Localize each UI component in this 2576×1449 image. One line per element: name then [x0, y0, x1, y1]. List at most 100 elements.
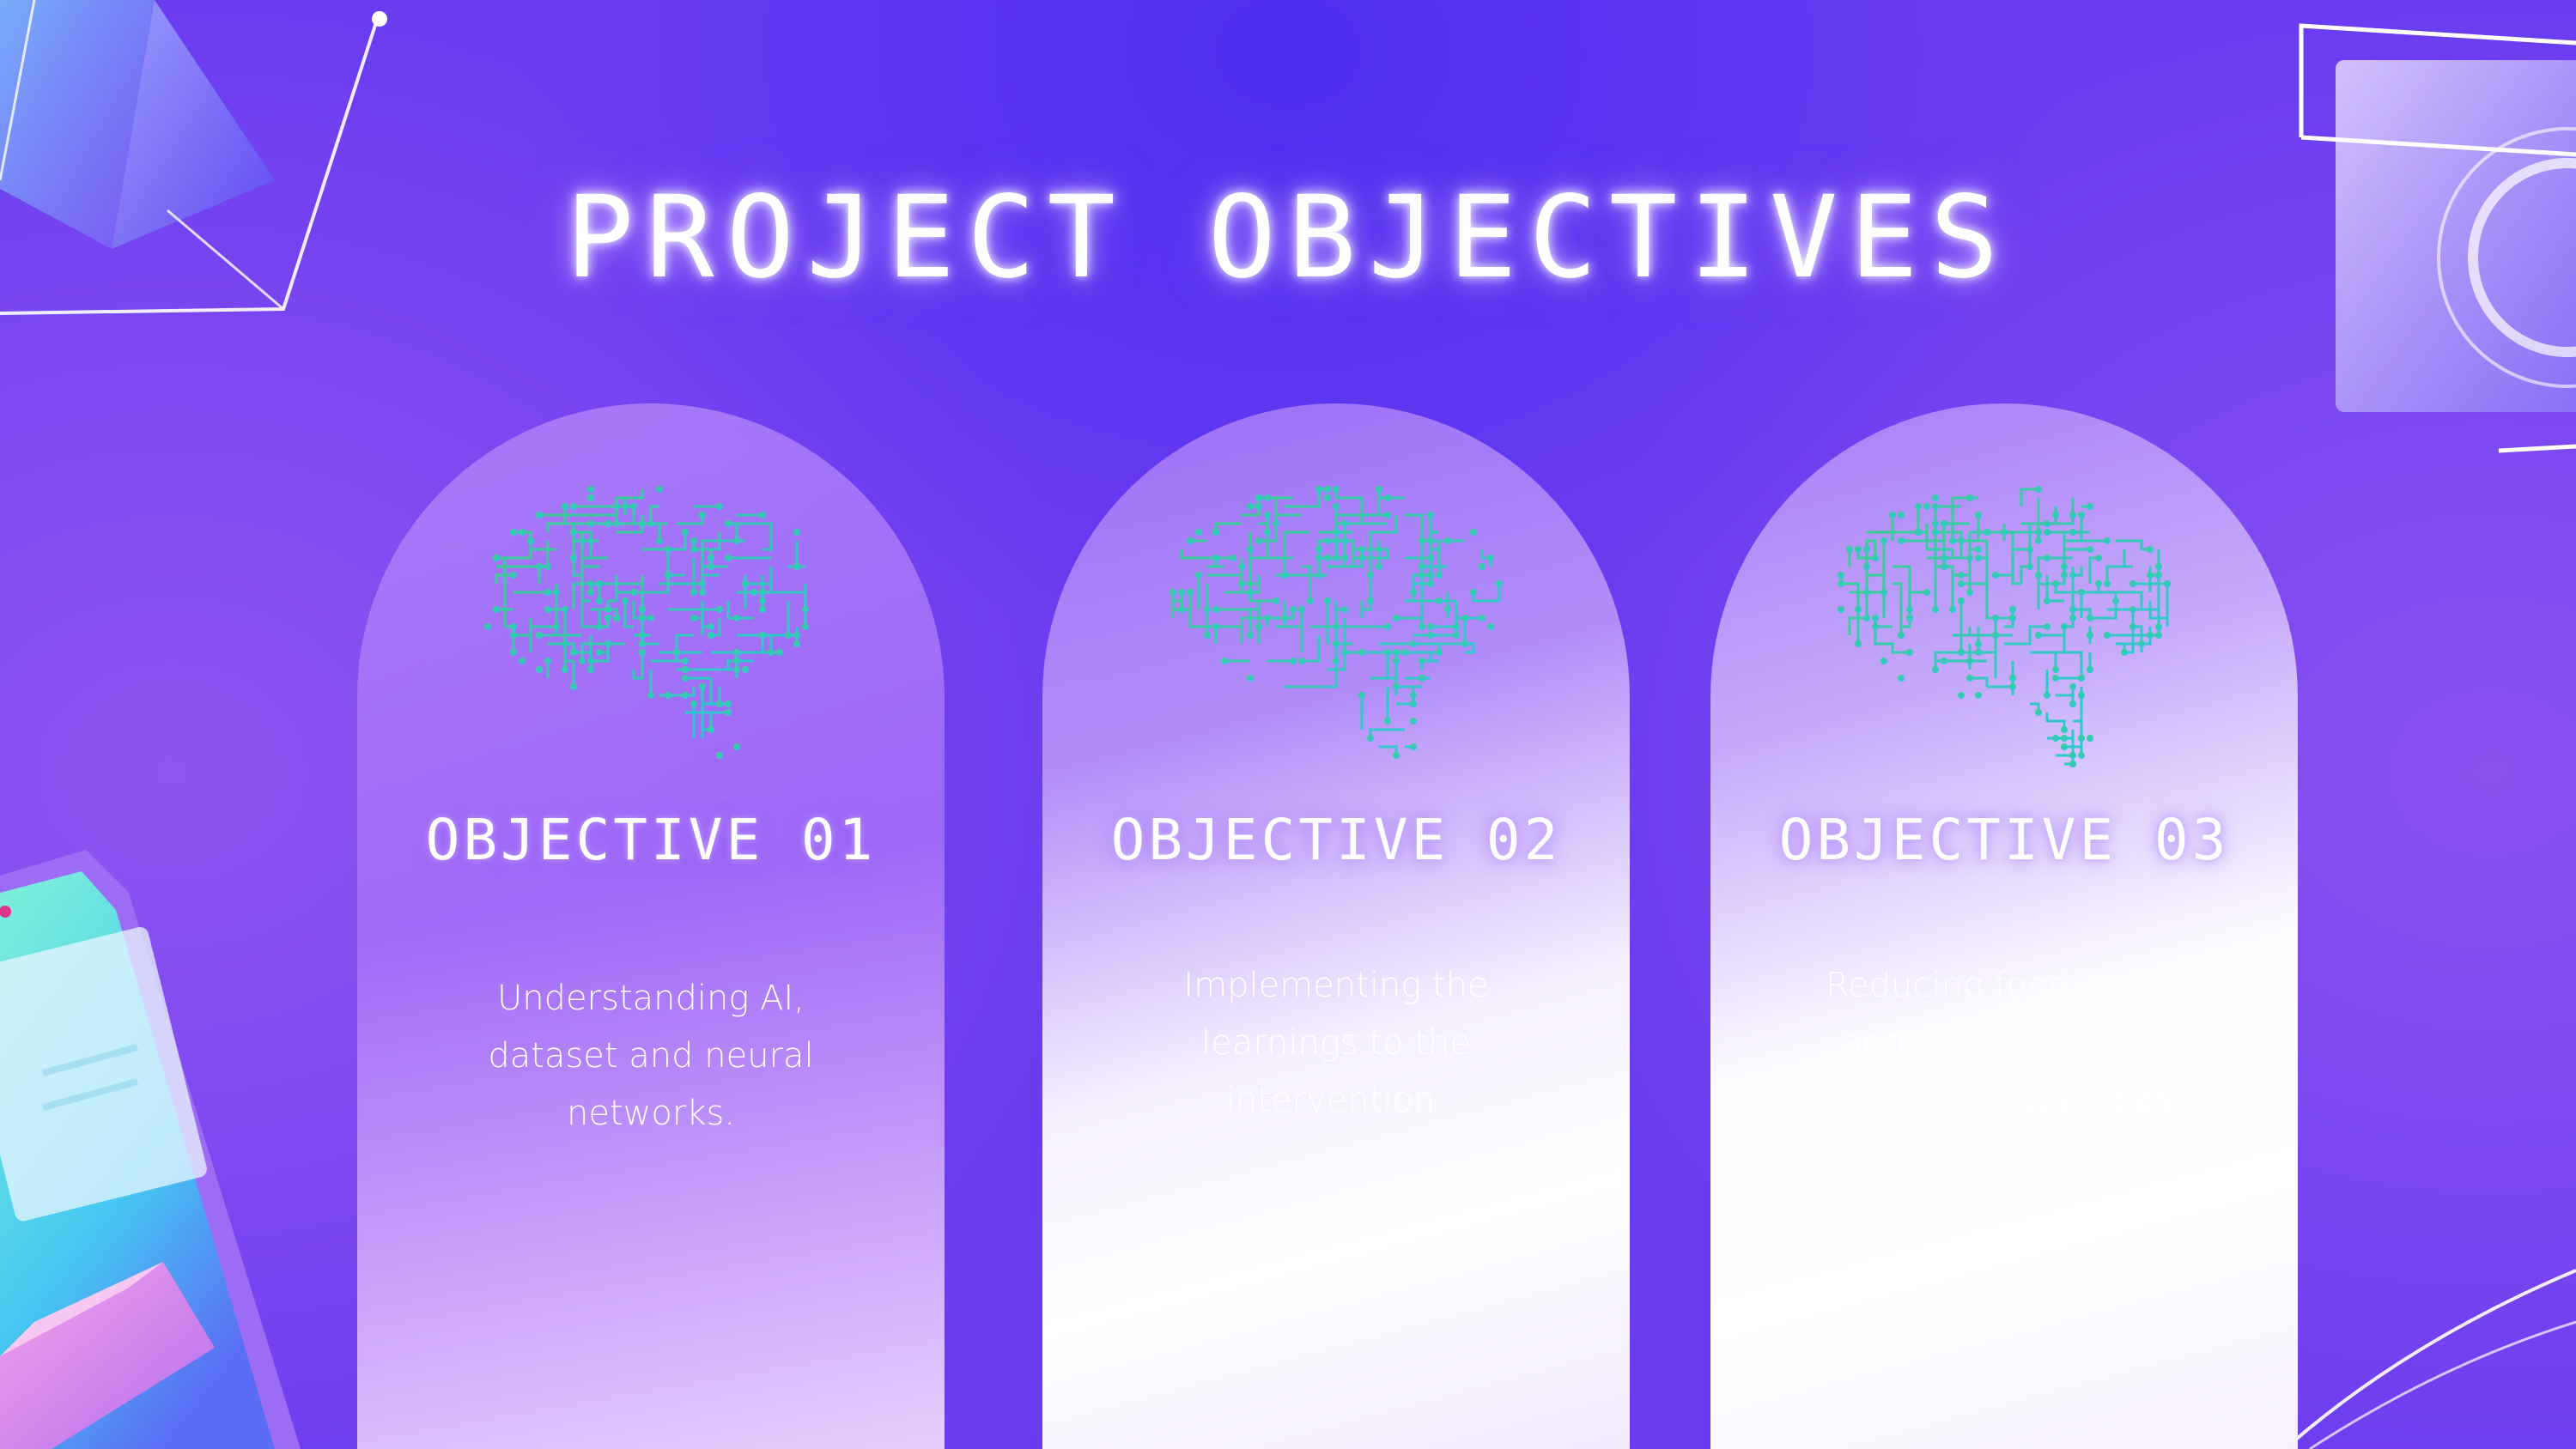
objective-title: OBJECTIVE 02 — [1110, 807, 1562, 873]
circuit-node — [2095, 580, 2102, 587]
circuit-node — [1273, 597, 1279, 604]
circuit-node — [1992, 632, 1999, 639]
objective-title: OBJECTIVE 01 — [425, 807, 877, 873]
sketch-lines-decoration — [2291, 1269, 2576, 1449]
circuit-node — [2035, 529, 2042, 536]
circuit-node — [1975, 640, 1982, 647]
circuit-node — [2069, 761, 2076, 767]
circuit-node — [2069, 572, 2076, 579]
circuit-node — [1410, 640, 1417, 647]
circuit-node — [2078, 512, 2085, 518]
circuit-node — [759, 512, 766, 518]
circuit-node — [682, 692, 689, 699]
circuit-node — [2044, 692, 2050, 699]
circuit-node — [1410, 718, 1417, 724]
circuit-node — [699, 683, 706, 690]
circuit-node — [1479, 615, 1485, 621]
circuit-node — [639, 649, 646, 656]
circuit-node — [665, 546, 671, 553]
circuit-node — [1872, 615, 1879, 621]
circuit-node — [690, 700, 697, 707]
circuit-node — [1204, 606, 1211, 613]
circuit-node — [562, 503, 568, 510]
circuit-node — [2095, 555, 2102, 561]
brain-circuit-icon — [1170, 486, 1503, 759]
circuit-node — [1880, 537, 1887, 544]
objective-description: Reducing food waste and experimenting th… — [1823, 966, 2185, 1120]
circuit-node — [1307, 597, 1314, 604]
circuit-node — [1966, 589, 1973, 596]
circuit-node — [1324, 597, 1331, 604]
circuit-node — [716, 700, 723, 707]
circuit-node — [2061, 726, 2068, 733]
circuit-node — [596, 649, 603, 656]
circuit-node — [1178, 606, 1185, 613]
circuit-node — [1487, 555, 1494, 561]
circuit-node — [1247, 632, 1254, 639]
circuit-node — [682, 658, 689, 664]
circuit-node — [562, 666, 568, 673]
circuit-node — [733, 666, 740, 673]
circuit-node — [1315, 555, 1322, 561]
circuit-node — [1975, 512, 1982, 518]
phone-decoration — [0, 850, 301, 1449]
circuit-node — [544, 589, 551, 596]
circuit-node — [605, 615, 611, 621]
circuit-node — [1324, 555, 1331, 561]
circuit-node — [759, 589, 766, 596]
circuit-node — [1419, 572, 1425, 579]
circuit-node — [759, 597, 766, 604]
circuit-node — [690, 589, 697, 596]
circuit-node — [2035, 537, 2042, 544]
circuit-node — [1324, 494, 1331, 501]
circuit-node — [733, 615, 740, 621]
circuit-node — [1247, 546, 1254, 553]
circuit-node — [1341, 606, 1348, 613]
circuit-node — [1281, 572, 1288, 579]
circuit-node — [647, 615, 654, 621]
circuit-node — [2164, 580, 2171, 587]
circuit-node — [1367, 597, 1374, 604]
circuit-node — [1444, 537, 1451, 544]
circuit-node — [1333, 640, 1340, 647]
circuit-node — [1880, 589, 1887, 596]
circuit-node — [1341, 649, 1348, 656]
circuit-node — [2001, 529, 2008, 536]
circuit-node — [1393, 649, 1400, 656]
circuit-node — [2078, 752, 2085, 759]
circuit-node — [2061, 735, 2068, 742]
circuit-node — [793, 632, 800, 639]
objective-card-3: OBJECTIVE 03 Reducing food waste and exp… — [1710, 403, 2298, 1449]
circuit-node — [2009, 606, 2016, 613]
circuit-node — [1958, 572, 1965, 579]
circuit-node — [699, 580, 706, 587]
circuit-node — [776, 649, 783, 656]
circuit-node — [2104, 537, 2111, 544]
circuit-node — [699, 512, 706, 518]
circuit-node — [1941, 555, 1947, 561]
circuit-node — [2044, 529, 2050, 536]
circuit-node — [613, 503, 620, 510]
circuit-node — [682, 666, 689, 673]
circuit-node — [613, 615, 620, 621]
circuit-node — [1915, 529, 1922, 536]
circuit-node — [2104, 580, 2111, 587]
circuit-node — [1333, 623, 1340, 630]
circuit-node — [2052, 580, 2059, 587]
circuit-node — [2155, 572, 2162, 579]
circuit-node — [725, 520, 732, 527]
circuit-node — [605, 606, 611, 613]
circuit-node — [1889, 512, 1896, 518]
circuit-node — [1315, 572, 1322, 579]
circuit-node — [2155, 623, 2162, 630]
circuit-node — [1941, 520, 1947, 527]
circuit-node — [562, 640, 568, 647]
circuit-node — [2069, 512, 2076, 518]
circuit-node — [1333, 555, 1340, 561]
objective-card-2: OBJECTIVE 02 Implementing the learnings … — [1042, 403, 1630, 1449]
circuit-node — [570, 529, 577, 536]
circuit-node — [639, 615, 646, 621]
circuit-node — [1923, 503, 1930, 510]
circuit-node — [587, 658, 594, 664]
circuit-node — [544, 563, 551, 570]
